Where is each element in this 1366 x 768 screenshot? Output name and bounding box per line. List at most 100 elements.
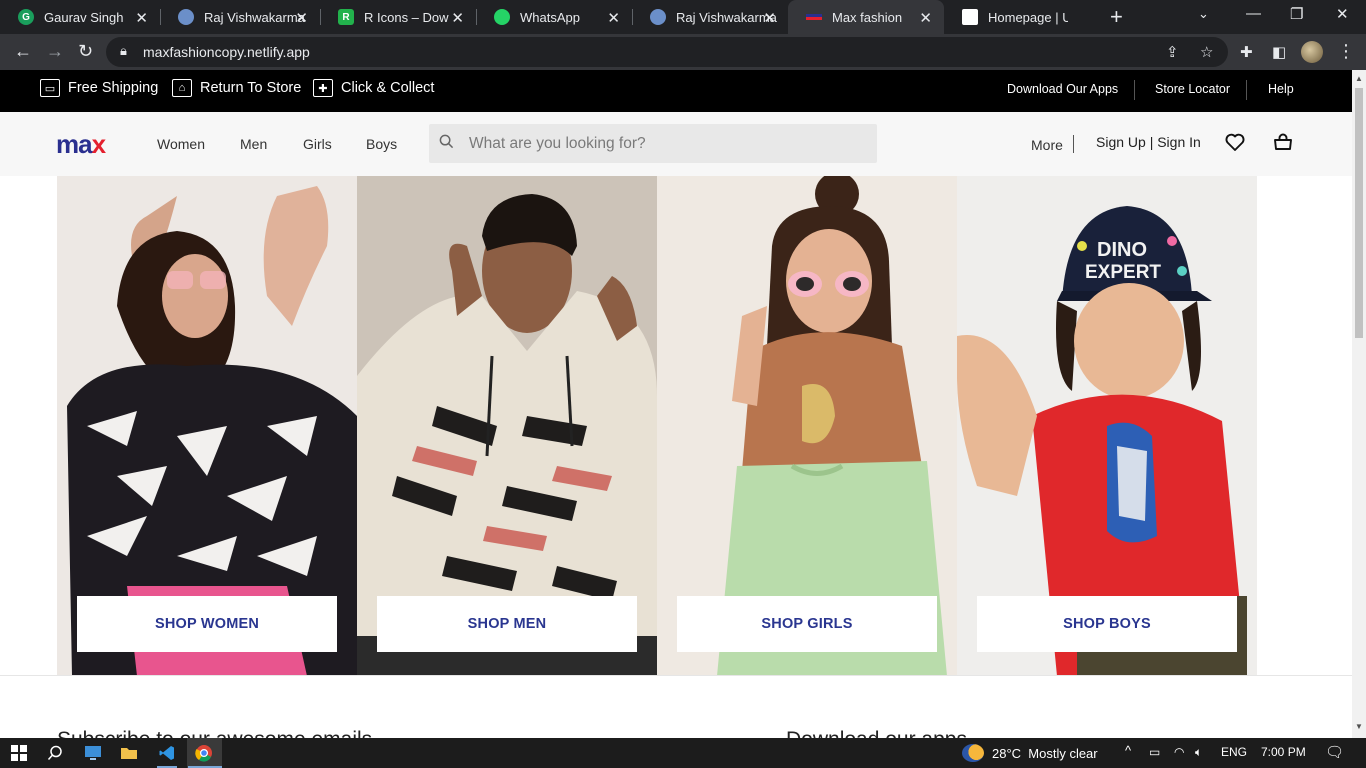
help-link[interactable]: Help (1268, 82, 1294, 96)
svg-text:EXPERT: EXPERT (1085, 262, 1161, 283)
grammarly-icon: G (18, 9, 34, 25)
browser-tab[interactable]: R R Icons – Downlo ✕ (320, 0, 476, 34)
category-panel-boys[interactable]: DINO EXPERT SHOP BOYS (957, 176, 1257, 676)
profile-favicon-icon (178, 9, 194, 25)
profile-avatar[interactable] (1301, 41, 1323, 63)
minimize-icon[interactable]: — (1246, 5, 1261, 22)
wifi-icon[interactable]: ◠ (1174, 745, 1184, 759)
reload-icon[interactable]: ↻ (78, 41, 93, 62)
return-to-store[interactable]: ⌂ Return To Store (172, 79, 301, 97)
unsplash-favicon-icon (962, 9, 978, 25)
search-icon[interactable] (45, 743, 65, 763)
browser-tab[interactable]: Raj Vishwakarma ✕ (632, 0, 788, 34)
section-divider (0, 675, 1352, 676)
max-logo[interactable]: max (56, 129, 107, 160)
volume-icon[interactable]: 🔈︎ (1195, 745, 1202, 760)
category-panel-men[interactable]: SHOP MEN (357, 176, 657, 676)
download-apps-link[interactable]: Download Our Apps (1007, 82, 1118, 96)
weather-moon-icon (962, 744, 984, 762)
free-shipping[interactable]: ▭ Free Shipping (40, 79, 158, 97)
logo-accent: x (91, 129, 107, 159)
battery-icon[interactable]: ▭ (1149, 745, 1160, 759)
r-icons-favicon-icon: R (338, 9, 354, 25)
shop-boys-button[interactable]: SHOP BOYS (977, 596, 1237, 652)
browser-tab-active[interactable]: Max fashion ✕ (788, 0, 944, 34)
shop-men-button[interactable]: SHOP MEN (377, 596, 637, 652)
language-indicator[interactable]: ENG (1221, 745, 1247, 759)
more-menu[interactable]: More (1031, 137, 1063, 153)
truck-icon: ▭ (40, 79, 60, 97)
back-icon[interactable]: ← (14, 41, 32, 62)
site-header: max Women Men Girls Boys More Sign Up | … (0, 112, 1352, 176)
browser-tab[interactable]: G Gaurav Singh ✕ (0, 0, 160, 34)
forward-icon[interactable]: → (46, 41, 64, 62)
svg-text:DINO: DINO (1097, 239, 1147, 261)
shopping-bag-icon[interactable] (1271, 130, 1295, 154)
signup-signin-link[interactable]: Sign Up | Sign In (1096, 134, 1201, 150)
category-panel-girls[interactable]: SHOP GIRLS (657, 176, 957, 676)
address-bar[interactable]: 🔒︎ maxfashioncopy.netlify.app ⇪ ☆ (106, 37, 1228, 67)
close-icon[interactable]: ✕ (763, 9, 776, 27)
nav-women[interactable]: Women (157, 136, 205, 152)
category-panel-women[interactable]: SHOP WOMEN (57, 176, 357, 676)
share-icon[interactable]: ⇪ (1166, 43, 1179, 61)
side-panel-icon[interactable]: ◧ (1272, 43, 1286, 61)
page-scrollbar[interactable]: ▲ ▼ (1352, 70, 1366, 738)
browser-tab[interactable]: WhatsApp ✕ (476, 0, 632, 34)
promo-label: Free Shipping (68, 80, 159, 96)
tab-title: WhatsApp (520, 9, 580, 25)
notifications-icon[interactable]: 🗨︎ (1325, 743, 1344, 761)
scroll-down-icon[interactable]: ▼ (1355, 722, 1363, 731)
new-tab-icon[interactable]: + (1110, 4, 1123, 30)
profile-favicon-icon (650, 9, 666, 25)
promo-label: Click & Collect (341, 80, 435, 96)
close-icon[interactable]: ✕ (295, 9, 308, 27)
windows-start-icon[interactable] (9, 743, 29, 763)
scroll-up-icon[interactable]: ▲ (1355, 74, 1363, 83)
extensions-icon[interactable]: ✚ (1240, 43, 1253, 61)
divider (1246, 80, 1247, 100)
nav-boys[interactable]: Boys (366, 136, 397, 152)
store-icon: ⌂ (172, 79, 192, 97)
browser-tab[interactable]: Raj Vishwakarma ✕ (160, 0, 320, 34)
browser-tab[interactable]: Homepage | Uns (944, 0, 1096, 34)
close-icon[interactable]: ✕ (451, 9, 464, 27)
store-locator-link[interactable]: Store Locator (1155, 82, 1230, 96)
download-apps-heading: Download our apps (786, 728, 967, 738)
logo-main: ma (56, 129, 93, 159)
tray-overflow-icon[interactable]: ^ (1125, 743, 1131, 758)
close-window-icon[interactable]: ✕ (1336, 5, 1349, 23)
search-input[interactable] (469, 124, 869, 163)
divider (1134, 80, 1135, 100)
hero-category-grid: SHOP WOMEN SHOP MEN SHOP GIRLS DINO EXPE… (57, 176, 1257, 676)
vscode-icon[interactable] (157, 743, 177, 763)
nav-men[interactable]: Men (240, 136, 267, 152)
tab-search-icon[interactable]: ⌄ (1198, 6, 1209, 22)
search-box (429, 124, 877, 163)
desktop-app-icon[interactable] (83, 743, 103, 763)
menu-kebab-icon[interactable]: ⋮ (1337, 41, 1355, 62)
lock-icon[interactable]: 🔒︎ (120, 43, 127, 59)
close-icon[interactable]: ✕ (607, 9, 620, 27)
tab-title: Raj Vishwakarma (204, 9, 305, 25)
nav-girls[interactable]: Girls (303, 136, 332, 152)
weather-widget[interactable]: 28°C Mostly clear (962, 744, 1098, 762)
chrome-icon[interactable] (194, 743, 214, 763)
weather-text: 28°C Mostly clear (992, 745, 1098, 761)
browser-toolbar: ← → ↻ 🔒︎ maxfashioncopy.netlify.app ⇪ ☆ … (0, 34, 1366, 70)
file-explorer-icon[interactable] (119, 743, 139, 763)
url-text[interactable]: maxfashioncopy.netlify.app (143, 44, 310, 60)
restore-icon[interactable]: ❐ (1290, 5, 1303, 23)
close-icon[interactable]: ✕ (135, 9, 148, 27)
clock[interactable]: 7:00 PM (1261, 745, 1306, 759)
max-favicon-icon (806, 14, 822, 20)
close-icon[interactable]: ✕ (919, 9, 932, 27)
tab-title: Raj Vishwakarma (676, 9, 777, 25)
gift-box-icon: ✚ (313, 79, 333, 97)
heart-icon[interactable] (1223, 130, 1247, 154)
shop-girls-button[interactable]: SHOP GIRLS (677, 596, 937, 652)
bookmark-star-icon[interactable]: ☆ (1200, 43, 1213, 61)
click-and-collect[interactable]: ✚ Click & Collect (313, 79, 434, 97)
scrollbar-thumb[interactable] (1355, 88, 1363, 338)
shop-women-button[interactable]: SHOP WOMEN (77, 596, 337, 652)
